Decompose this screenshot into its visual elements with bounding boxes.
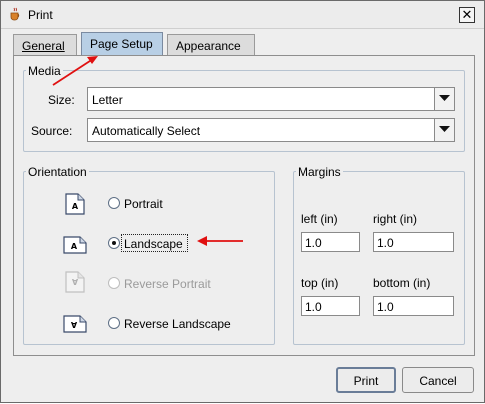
portrait-label[interactable]: Portrait bbox=[124, 197, 163, 211]
page-reverse-landscape-icon: A bbox=[63, 315, 87, 333]
close-button[interactable]: ✕ bbox=[459, 7, 475, 23]
close-icon: ✕ bbox=[461, 7, 473, 22]
portrait-radio[interactable] bbox=[108, 197, 120, 209]
cancel-button[interactable]: Cancel bbox=[402, 367, 474, 393]
right-margin-input[interactable]: 1.0 bbox=[373, 232, 454, 252]
java-cup-icon bbox=[8, 7, 22, 21]
size-dropdown-button[interactable] bbox=[434, 88, 454, 110]
media-group-title: Media bbox=[26, 64, 63, 78]
reverse-landscape-label[interactable]: Reverse Landscape bbox=[124, 317, 231, 331]
print-button[interactable]: Print bbox=[336, 367, 396, 393]
size-label: Size: bbox=[48, 93, 75, 107]
reverse-landscape-radio[interactable] bbox=[108, 317, 120, 329]
svg-text:A: A bbox=[72, 202, 79, 211]
page-landscape-icon: A bbox=[63, 236, 87, 254]
margins-group-title: Margins bbox=[296, 165, 343, 179]
bottom-margin-input[interactable]: 1.0 bbox=[373, 296, 454, 316]
tab-appearance-label: Appearance bbox=[176, 39, 241, 53]
svg-text:A: A bbox=[71, 242, 78, 251]
margins-group bbox=[293, 171, 465, 345]
source-select-value: Automatically Select bbox=[92, 124, 201, 138]
reverse-portrait-label[interactable]: Reverse Portrait bbox=[124, 277, 211, 291]
svg-text:A: A bbox=[71, 277, 78, 286]
page-portrait-icon: A bbox=[65, 193, 85, 215]
right-margin-label: right (in) bbox=[373, 212, 418, 226]
size-select[interactable]: Letter bbox=[87, 87, 455, 111]
left-margin-label: left (in) bbox=[301, 212, 338, 226]
chevron-down-icon bbox=[439, 126, 450, 132]
title-bar[interactable]: Print ✕ bbox=[1, 1, 484, 29]
bottom-margin-label: bottom (in) bbox=[373, 276, 431, 290]
source-select[interactable]: Automatically Select bbox=[87, 118, 455, 142]
svg-text:A: A bbox=[70, 320, 77, 329]
reverse-portrait-radio[interactable] bbox=[108, 277, 120, 289]
landscape-label[interactable]: Landscape bbox=[124, 237, 183, 251]
top-margin-input[interactable]: 1.0 bbox=[301, 296, 360, 316]
page-setup-panel: Media Size: Letter Source: Automatically… bbox=[13, 55, 475, 356]
source-label: Source: bbox=[31, 124, 73, 138]
tab-appearance[interactable]: Appearance bbox=[167, 34, 255, 57]
chevron-down-icon bbox=[439, 95, 450, 101]
tab-general[interactable]: General bbox=[13, 34, 77, 57]
page-reverse-portrait-icon: A bbox=[65, 271, 85, 293]
size-select-value: Letter bbox=[92, 93, 123, 107]
tab-page-setup[interactable]: Page Setup bbox=[81, 32, 163, 57]
left-margin-input[interactable]: 1.0 bbox=[301, 232, 360, 252]
orientation-group-title: Orientation bbox=[26, 165, 89, 179]
tab-general-label: General bbox=[22, 39, 65, 53]
landscape-radio[interactable] bbox=[108, 237, 120, 249]
window-title: Print bbox=[28, 8, 53, 22]
source-dropdown-button[interactable] bbox=[434, 119, 454, 141]
print-dialog: Print ✕ General Page Setup Appearance Me… bbox=[0, 0, 485, 403]
tab-page-setup-label: Page Setup bbox=[90, 37, 153, 51]
top-margin-label: top (in) bbox=[301, 276, 339, 290]
